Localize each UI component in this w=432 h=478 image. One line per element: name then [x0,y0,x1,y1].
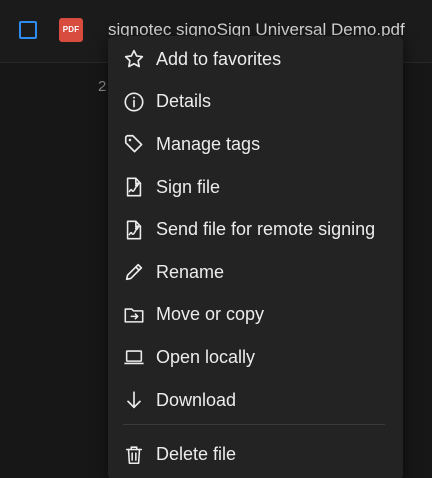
menu-item-rename[interactable]: Rename [108,251,403,294]
laptop-icon [123,346,145,368]
arrow-down-icon [123,389,145,411]
menu-item-label: Sign file [156,176,221,197]
menu-item-label: Open locally [156,346,256,367]
menu-item-label: Add to favorites [156,48,282,69]
file-context-menu: Add to favorites Details Manage tags Sig… [108,36,403,478]
info-icon [123,91,145,113]
menu-item-send-remote-signing[interactable]: Send file for remote signing [108,208,403,251]
menu-item-sign-file[interactable]: Sign file [108,166,403,209]
menu-item-details[interactable]: Details [108,81,403,124]
sign-remote-icon [123,219,145,241]
trash-icon [123,444,145,466]
menu-item-label: Download [156,389,237,410]
file-meta-partial: 2 [98,78,107,95]
menu-divider [123,424,385,426]
file-select-checkbox[interactable] [19,21,37,39]
pencil-icon [123,261,145,283]
menu-item-label: Move or copy [156,304,265,325]
tag-icon [123,133,145,155]
menu-item-open-locally[interactable]: Open locally [108,336,403,379]
menu-item-move-or-copy[interactable]: Move or copy [108,294,403,337]
menu-item-download[interactable]: Download [108,379,403,422]
menu-item-label: Rename [156,261,225,282]
menu-item-label: Send file for remote signing [156,219,376,240]
star-icon [123,48,145,70]
menu-item-add-to-favorites[interactable]: Add to favorites [108,38,403,81]
sign-file-icon [123,176,145,198]
app-root: PDF signotec signoSign Universal Demo.pd… [0,0,432,478]
pdf-file-icon: PDF [59,18,83,42]
menu-item-label: Manage tags [156,133,261,154]
menu-item-label: Delete file [156,444,237,465]
menu-item-manage-tags[interactable]: Manage tags [108,123,403,166]
folder-move-icon [123,304,145,326]
menu-item-delete-file[interactable]: Delete file [108,433,403,476]
menu-item-label: Details [156,91,212,112]
